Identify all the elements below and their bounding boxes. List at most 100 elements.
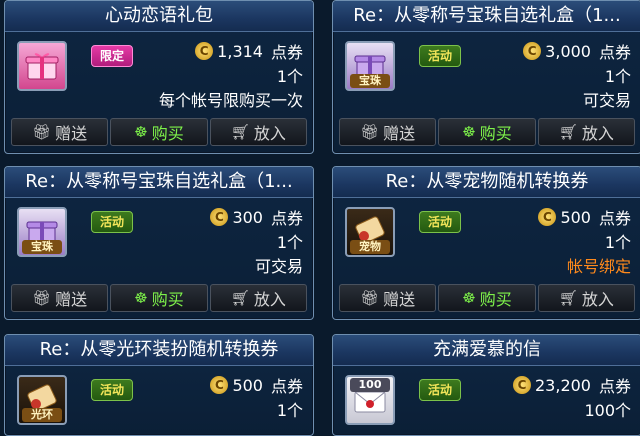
- shop-item-card: Re：从零宠物随机转换券 宠物 活动 C 500 点券 1个 帐号绑定 🎁︎ 赠送…: [332, 166, 640, 320]
- buy-label: 购买: [151, 290, 184, 309]
- buy-button[interactable]: ☸︎ 购买: [438, 284, 536, 312]
- cart-label: 放入: [581, 124, 614, 143]
- shop-item-card: Re：从零称号宝珠自选礼盒（1... 宝珠 活动 C 3,000 点券 1个 可…: [332, 0, 640, 154]
- item-price: C 300 点券: [210, 205, 303, 229]
- action-bar: 🎁︎ 赠送 ☸︎ 购买 🛒︎ 放入: [339, 118, 635, 146]
- action-bar: 🎁︎ 赠送 ☸︎ 购买 🛒︎ 放入: [11, 118, 307, 146]
- shop-item-card: Re：从零称号宝珠自选礼盒（1... 宝珠 活动 C 300 点券 1个 可交易…: [4, 166, 314, 320]
- item-note: 可交易: [254, 257, 303, 276]
- item-quantity: 1个: [604, 67, 631, 86]
- add-to-cart-button[interactable]: 🛒︎ 放入: [537, 118, 635, 146]
- shop-item-card: 充满爱慕的信 100 活动 C 23,200 点券 100个: [332, 334, 640, 436]
- coupon-coin-icon: C: [523, 42, 542, 60]
- item-price: C 23,200 点券: [513, 373, 631, 397]
- gift-icon: 🎁︎: [32, 123, 52, 141]
- gift-button[interactable]: 🎁︎ 赠送: [11, 118, 109, 146]
- gift-icon: 🎁︎: [360, 123, 380, 141]
- coin-bag-icon: ☸︎: [462, 289, 476, 307]
- add-to-cart-button[interactable]: 🛒︎ 放入: [537, 284, 635, 312]
- cart-label: 放入: [253, 124, 286, 143]
- coin-bag-icon: ☸︎: [462, 123, 476, 141]
- purple-gift-box-icon[interactable]: 宝珠: [17, 207, 67, 257]
- shop-item-card: 心动恋语礼包 限定 C 1,314 点券 1个 每个帐号限购买一次 🎁︎ 赠送 ☸…: [4, 0, 314, 154]
- event-badge: 活动: [419, 379, 461, 401]
- item-title: Re：从零宠物随机转换券: [333, 167, 640, 198]
- pink-gift-box-icon[interactable]: [17, 41, 67, 91]
- purple-gift-box-icon[interactable]: 宝珠: [345, 41, 395, 91]
- icon-tag: 宝珠: [22, 240, 62, 254]
- gift-button[interactable]: 🎁︎ 赠送: [11, 284, 109, 312]
- item-title: Re：从零光环装扮随机转换券: [5, 335, 313, 366]
- shop-item-card: Re：从零光环装扮随机转换券 光环 活动 C 500 点券 1个: [4, 334, 314, 436]
- event-badge: 活动: [91, 211, 133, 233]
- cart-icon: 🛒︎: [230, 123, 250, 141]
- cart-label: 放入: [253, 290, 286, 309]
- limited-badge: 限定: [91, 45, 133, 67]
- gift-label: 赠送: [55, 290, 88, 309]
- item-quantity: 1个: [276, 233, 303, 252]
- coupon-coin-icon: C: [210, 208, 229, 226]
- add-to-cart-button[interactable]: 🛒︎ 放入: [209, 118, 307, 146]
- gift-label: 赠送: [383, 124, 416, 143]
- gift-icon: 🎁︎: [360, 289, 380, 307]
- buy-label: 购买: [479, 124, 512, 143]
- coin-bag-icon: ☸︎: [134, 289, 148, 307]
- item-note: 每个帐号限购买一次: [158, 91, 303, 110]
- price-amount: 300: [232, 207, 263, 227]
- item-note: 帐号绑定: [566, 257, 631, 276]
- coupon-coin-icon: C: [513, 376, 531, 394]
- item-quantity: 1个: [604, 233, 631, 252]
- price-unit: 点券: [598, 43, 631, 62]
- cart-icon: 🛒︎: [558, 123, 578, 141]
- gift-label: 赠送: [383, 290, 416, 309]
- icon-tag: 宝珠: [350, 74, 390, 88]
- coin-bag-icon: ☸︎: [134, 123, 148, 141]
- item-title: Re：从零称号宝珠自选礼盒（1...: [5, 167, 313, 198]
- price-amount: 500: [560, 207, 591, 227]
- price-amount: 500: [232, 375, 263, 395]
- item-price: C 3,000 点券: [523, 39, 631, 63]
- price-unit: 点券: [598, 209, 631, 228]
- icon-tag: 宠物: [350, 240, 390, 254]
- icon-tag: 100: [350, 378, 390, 392]
- gift-label: 赠送: [55, 124, 88, 143]
- event-badge: 活动: [419, 211, 461, 233]
- buy-button[interactable]: ☸︎ 购买: [110, 284, 208, 312]
- gift-button[interactable]: 🎁︎ 赠送: [339, 118, 437, 146]
- price-amount: 3,000: [545, 41, 591, 61]
- coupon-coin-icon: C: [538, 208, 557, 226]
- item-quantity: 1个: [276, 67, 303, 86]
- add-to-cart-button[interactable]: 🛒︎ 放入: [209, 284, 307, 312]
- event-badge: 活动: [91, 379, 133, 401]
- love-letter-icon[interactable]: 100: [345, 375, 395, 425]
- buy-label: 购买: [479, 290, 512, 309]
- scroll-ticket-icon[interactable]: 光环: [17, 375, 67, 425]
- action-bar: 🎁︎ 赠送 ☸︎ 购买 🛒︎ 放入: [339, 284, 635, 312]
- price-unit: 点券: [270, 209, 303, 228]
- event-badge: 活动: [419, 45, 461, 67]
- price-amount: 23,200: [535, 375, 591, 395]
- item-quantity: 1个: [276, 401, 303, 420]
- item-note: 可交易: [582, 91, 631, 110]
- cart-icon: 🛒︎: [230, 289, 250, 307]
- scroll-ticket-icon[interactable]: 宠物: [345, 207, 395, 257]
- price-amount: 1,314: [217, 41, 263, 61]
- item-quantity: 100个: [584, 401, 631, 420]
- price-unit: 点券: [598, 377, 631, 396]
- cart-label: 放入: [581, 290, 614, 309]
- item-title: 充满爱慕的信: [333, 335, 640, 366]
- item-price: C 500 点券: [538, 205, 631, 229]
- buy-button[interactable]: ☸︎ 购买: [110, 118, 208, 146]
- coupon-coin-icon: C: [210, 376, 229, 394]
- item-price: C 500 点券: [210, 373, 303, 397]
- item-price: C 1,314 点券: [195, 39, 303, 63]
- price-unit: 点券: [270, 43, 303, 62]
- action-bar: 🎁︎ 赠送 ☸︎ 购买 🛒︎ 放入: [11, 284, 307, 312]
- item-title: Re：从零称号宝珠自选礼盒（1...: [333, 1, 640, 32]
- gift-button[interactable]: 🎁︎ 赠送: [339, 284, 437, 312]
- buy-button[interactable]: ☸︎ 购买: [438, 118, 536, 146]
- coupon-coin-icon: C: [195, 42, 214, 60]
- price-unit: 点券: [270, 377, 303, 396]
- buy-label: 购买: [151, 124, 184, 143]
- gift-icon: 🎁︎: [32, 289, 52, 307]
